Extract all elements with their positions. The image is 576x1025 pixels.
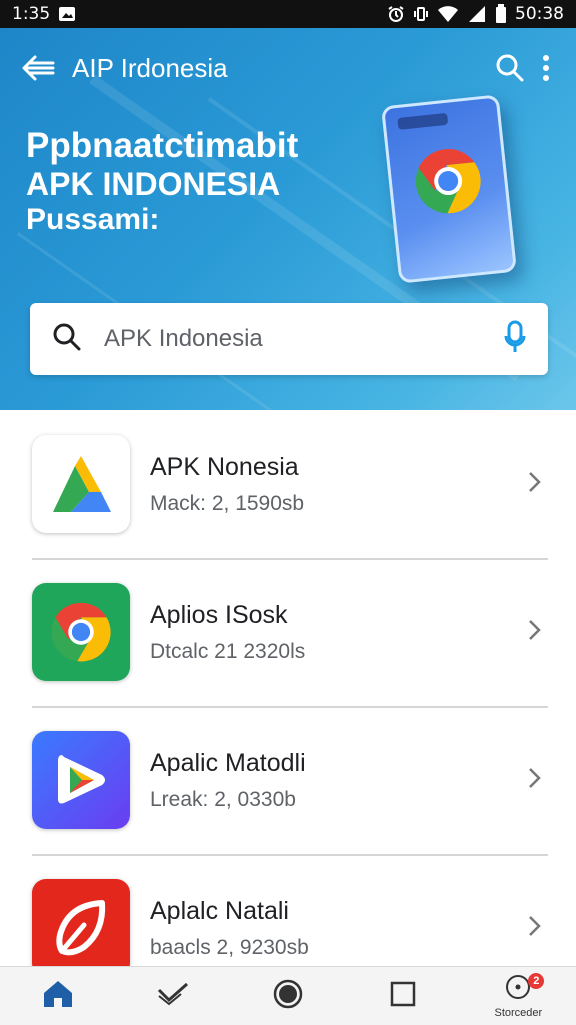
list-item[interactable]: Apalic Matodli Lreak: 2, 0330b (0, 706, 576, 854)
check-icon (157, 982, 189, 1011)
search-icon[interactable] (488, 46, 532, 90)
app-subtitle: Lreak: 2, 0330b (150, 787, 296, 811)
chrome-logo-icon (32, 583, 130, 681)
square-icon (390, 981, 416, 1012)
status-time: 1:35 (12, 4, 51, 24)
vibrate-icon (413, 5, 429, 23)
signal-icon (467, 5, 487, 23)
triangle-logo-icon (32, 435, 130, 533)
app-title: Aplalc Natali (150, 896, 289, 925)
bottom-navigation: Storceder 2 (0, 966, 576, 1025)
search-icon (52, 322, 82, 357)
app-title: Apalic Matodli (150, 748, 306, 777)
nav-square[interactable] (363, 967, 443, 1025)
app-title: AIP Irdonesia (72, 52, 228, 83)
list-item[interactable]: APK Nonesia Mack: 2, 1590sb (0, 410, 576, 558)
gallery-icon (58, 6, 76, 22)
status-bar: 1:35 50:38 (0, 0, 576, 28)
chevron-right-icon (522, 914, 546, 943)
nav-storceder[interactable]: Storceder 2 (478, 967, 558, 1025)
back-arrow-icon[interactable] (16, 46, 60, 90)
nav-home[interactable] (18, 967, 98, 1025)
app-subtitle: baacls 2, 9230sb (150, 935, 309, 959)
chevron-right-icon (522, 470, 546, 499)
hero-line-2: APK INDONESIA (26, 166, 281, 203)
play-logo-icon (32, 731, 130, 829)
chevron-right-icon (522, 766, 546, 795)
battery-icon (495, 4, 507, 24)
wifi-icon (437, 5, 459, 23)
app-subtitle: Mack: 2, 1590sb (150, 491, 305, 515)
more-vert-icon[interactable] (532, 46, 560, 90)
alarm-icon (387, 5, 405, 23)
chevron-right-icon (522, 618, 546, 647)
mic-icon[interactable] (504, 320, 526, 359)
notification-badge: 2 (528, 973, 545, 989)
hero-line-3: Pussami: (26, 203, 160, 237)
home-icon (42, 979, 74, 1014)
nav-label: Storceder (494, 1006, 543, 1019)
app-title: APK Nonesia (150, 452, 299, 481)
hero-header: AIP Irdonesia Ppbnaatctimabit APK INDONE… (0, 28, 576, 410)
list-item[interactable]: Aplios ISosk Dtcalc 21 2320ls (0, 558, 576, 706)
search-input[interactable] (102, 324, 504, 354)
app-subtitle: Dtcalc 21 2320ls (150, 639, 306, 663)
record-icon (273, 979, 303, 1014)
nav-record[interactable] (248, 967, 328, 1025)
leaf-logo-icon (32, 879, 130, 977)
app-list: APK Nonesia Mack: 2, 1590sb Aplios ISosk… (0, 410, 576, 1002)
search-bar[interactable] (30, 303, 548, 375)
hero-line-1: Ppbnaatctimabit (26, 126, 299, 165)
status-clock: 50:38 (515, 4, 564, 24)
nav-check[interactable] (133, 967, 213, 1025)
chrome-logo-icon (411, 144, 486, 224)
phone-notch (397, 112, 449, 130)
phone-illustration (381, 94, 517, 284)
hero-headline: Ppbnaatctimabit APK INDONESIA Pussami: (26, 126, 298, 238)
app-title: Aplios ISosk (150, 600, 288, 629)
